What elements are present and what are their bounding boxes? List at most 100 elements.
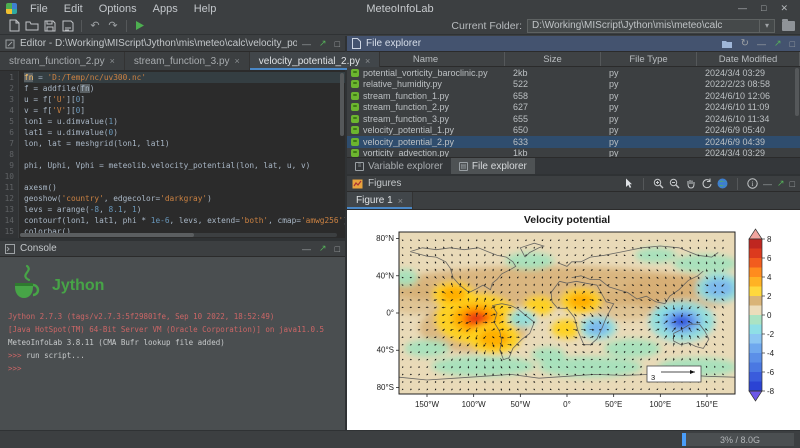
code-line[interactable]: levs = arange(-8, 8.1, 1) [24, 204, 345, 215]
console-minimize-icon[interactable]: — [302, 244, 311, 254]
code-line[interactable]: f = addfile(fn) [24, 83, 345, 94]
menu-options[interactable]: Options [91, 3, 145, 15]
redo-icon[interactable]: ↷ [105, 18, 121, 33]
table-row[interactable]: stream_function_3.py655py2024/6/10 11:34 [347, 113, 800, 125]
table-row[interactable]: stream_function_1.py658py2024/6/10 12:06 [347, 90, 800, 102]
editor-vertical-scrollbar[interactable] [340, 73, 344, 230]
memory-indicator[interactable]: 3% / 8.0G [682, 433, 794, 446]
code-line[interactable]: geoshow('country', edgecolor='darkgray') [24, 193, 345, 204]
code-line[interactable]: u = f['U'][0] [24, 94, 345, 105]
figures-maximize-icon[interactable]: □ [790, 179, 795, 189]
file-name-cell: potential_vorticity_baroclinic.py [347, 68, 505, 78]
file-table-scrollbar[interactable] [795, 68, 799, 156]
column-header-size[interactable]: Size [505, 52, 601, 66]
select-icon[interactable] [624, 178, 634, 189]
save-icon[interactable] [42, 18, 58, 33]
jython-logo: Jython [8, 262, 337, 308]
code-line[interactable]: lon1 = u.dimvalue(1) [24, 116, 345, 127]
console-panel: Console — ↗ □ J [0, 241, 345, 430]
table-row[interactable]: potential_vorticity_baroclinic.py2kbpy20… [347, 67, 800, 79]
open-folder-icon[interactable] [24, 18, 40, 33]
menu-apps[interactable]: Apps [145, 3, 186, 15]
browse-folder-icon[interactable] [782, 21, 795, 31]
python-file-icon [351, 115, 359, 123]
table-row[interactable]: velocity_potential_2.py633py2024/6/9 04:… [347, 136, 800, 148]
svg-text:i: i [752, 180, 754, 188]
editor-panel-icon [5, 39, 15, 49]
svg-text:0°: 0° [563, 400, 571, 409]
editor-code-lines[interactable]: fn = 'D:/Temp/nc/uv300.nc'f = addfile(fn… [19, 71, 345, 238]
menu-edit[interactable]: Edit [56, 3, 91, 15]
figure-tab[interactable]: Figure 1 × [347, 192, 413, 209]
code-line[interactable]: lat1 = u.dimvalue(0) [24, 127, 345, 138]
code-line[interactable] [24, 171, 345, 182]
code-line[interactable]: contourf(lon1, lat1, phi * 1e-6, levs, e… [24, 215, 345, 226]
code-line[interactable] [24, 149, 345, 160]
code-line[interactable]: v = f['V'][0] [24, 105, 345, 116]
code-line[interactable]: fn = 'D:/Temp/nc/uv300.nc' [24, 72, 345, 83]
tab-close-icon[interactable]: × [110, 56, 115, 66]
rotate-icon[interactable] [701, 178, 712, 189]
velocity-potential-map[interactable]: 3Velocity potential150°W100°W50°W0°50°E1… [347, 210, 800, 430]
file-explorer-icon: ▤ [459, 162, 468, 171]
file-explorer-maximize-icon[interactable]: □ [790, 39, 795, 49]
figure-tab-close-icon[interactable]: × [398, 196, 403, 206]
menu-file[interactable]: File [22, 3, 56, 15]
column-header-date-modified[interactable]: Date Modified [697, 52, 800, 66]
code-editor[interactable]: 123456789101112131415 fn = 'D:/Temp/nc/u… [0, 71, 345, 238]
collapse-folder-icon[interactable] [721, 39, 733, 49]
save-as-icon[interactable] [60, 18, 76, 33]
figures-float-icon[interactable]: ↗ [777, 178, 785, 189]
tab-close-icon[interactable]: × [365, 56, 370, 66]
code-line[interactable]: phi, Uphi, Vphi = meteolib.velocity_pote… [24, 160, 345, 171]
tab-close-icon[interactable]: × [235, 56, 240, 66]
code-line[interactable]: axesm() [24, 182, 345, 193]
menu-bar: FileEditOptionsAppsHelp [22, 3, 224, 15]
zoom-in-icon[interactable] [653, 178, 664, 189]
window-minimize-icon[interactable]: — [738, 3, 747, 14]
console-maximize-icon[interactable]: □ [335, 244, 340, 254]
editor-tab-stream_function_3.py[interactable]: stream_function_3.py× [125, 52, 250, 70]
editor-minimize-icon[interactable]: — [302, 39, 311, 49]
editor-horizontal-scrollbar[interactable] [20, 233, 337, 237]
window-close-icon[interactable]: ✕ [780, 3, 788, 14]
svg-text:3: 3 [651, 373, 655, 382]
table-row[interactable]: vorticity_advection.py1kbpy2024/3/4 03:2… [347, 148, 800, 158]
svg-text:0°: 0° [386, 309, 394, 318]
pan-icon[interactable] [685, 178, 696, 189]
editor-float-icon[interactable]: ↗ [319, 38, 327, 49]
table-row[interactable]: relative_humidity.py522py2022/2/23 08:58 [347, 79, 800, 91]
editor-tab-stream_function_2.py[interactable]: stream_function_2.py× [0, 52, 125, 70]
bottom-tab-variable-explorer[interactable]: ≡Variable explorer [347, 158, 451, 174]
file-type-cell: py [601, 79, 697, 89]
file-explorer-float-icon[interactable]: ↗ [774, 38, 782, 49]
bottom-tab-file-explorer[interactable]: ▤File explorer [451, 158, 535, 174]
python-file-icon [351, 149, 359, 157]
new-file-icon[interactable] [6, 18, 22, 33]
zoom-out-icon[interactable] [669, 178, 680, 189]
console-float-icon[interactable]: ↗ [319, 243, 327, 254]
identify-icon[interactable]: i [747, 178, 758, 189]
refresh-icon[interactable]: ↻ [741, 38, 749, 49]
file-explorer-minimize-icon[interactable]: — [757, 39, 766, 49]
current-folder-value[interactable]: D:\Working\MIScript\Jython\mis\meteo\cal… [528, 20, 759, 31]
console-output[interactable]: Jython Jython 2.7.3 (tags/v2.7.3:5f29801… [0, 257, 345, 430]
current-folder-dropdown-icon[interactable]: ▾ [759, 20, 774, 32]
python-file-icon [351, 80, 359, 88]
table-row[interactable]: stream_function_2.py627py2024/6/10 11:09 [347, 102, 800, 114]
code-line[interactable]: lon, lat = meshgrid(lon1, lat1) [24, 138, 345, 149]
menu-help[interactable]: Help [186, 3, 225, 15]
memory-usage-text: 3% / 8.0G [686, 435, 794, 445]
run-script-icon[interactable] [132, 18, 148, 33]
editor-maximize-icon[interactable]: □ [335, 39, 340, 49]
current-folder-combobox[interactable]: D:\Working\MIScript\Jython\mis\meteo\cal… [527, 19, 775, 33]
file-size-cell: 627 [505, 102, 601, 112]
globe-icon[interactable] [717, 178, 728, 189]
column-header-file-type[interactable]: File Type [601, 52, 697, 66]
figures-minimize-icon[interactable]: — [763, 179, 772, 189]
table-row[interactable]: velocity_potential_1.py650py2024/6/9 05:… [347, 125, 800, 137]
figure-canvas[interactable]: 3Velocity potential150°W100°W50°W0°50°E1… [347, 210, 800, 430]
window-maximize-icon[interactable]: □ [761, 3, 766, 14]
undo-icon[interactable]: ↶ [87, 18, 103, 33]
file-type-cell: py [601, 91, 697, 101]
